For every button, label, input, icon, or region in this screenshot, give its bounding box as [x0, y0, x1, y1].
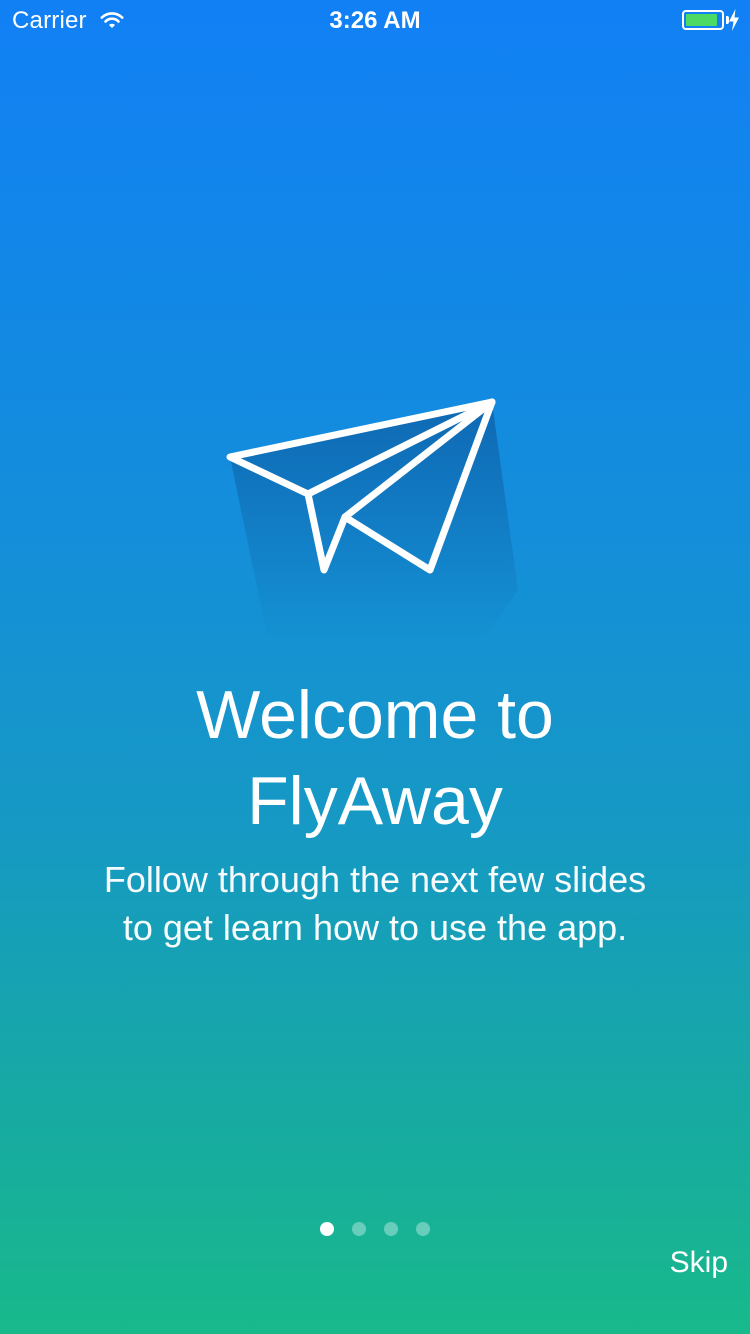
subtitle-line-2: to get learn how to use the app. [122, 907, 628, 948]
status-bar: Carrier 3:26 AM [0, 0, 750, 40]
subtitle-line-1: Follow through the next few slides [103, 859, 647, 900]
page-dot-2[interactable] [352, 1222, 366, 1236]
skip-button[interactable]: Skip [670, 1246, 728, 1280]
page-dot-3[interactable] [384, 1222, 398, 1236]
page-control[interactable] [0, 1222, 750, 1238]
welcome-title: Welcome to FlyAway [0, 672, 750, 844]
title-line-2: FlyAway [247, 763, 503, 839]
battery-icon [682, 10, 724, 30]
title-line-1: Welcome to [196, 677, 554, 753]
page-dot-1[interactable] [320, 1222, 334, 1236]
status-time: 3:26 AM [329, 7, 421, 34]
battery-level [686, 14, 717, 26]
welcome-subtitle: Follow through the next few slides to ge… [0, 856, 750, 952]
page-dot-4[interactable] [416, 1222, 430, 1236]
charging-bolt-icon [729, 9, 739, 31]
paper-plane-icon [226, 398, 518, 640]
